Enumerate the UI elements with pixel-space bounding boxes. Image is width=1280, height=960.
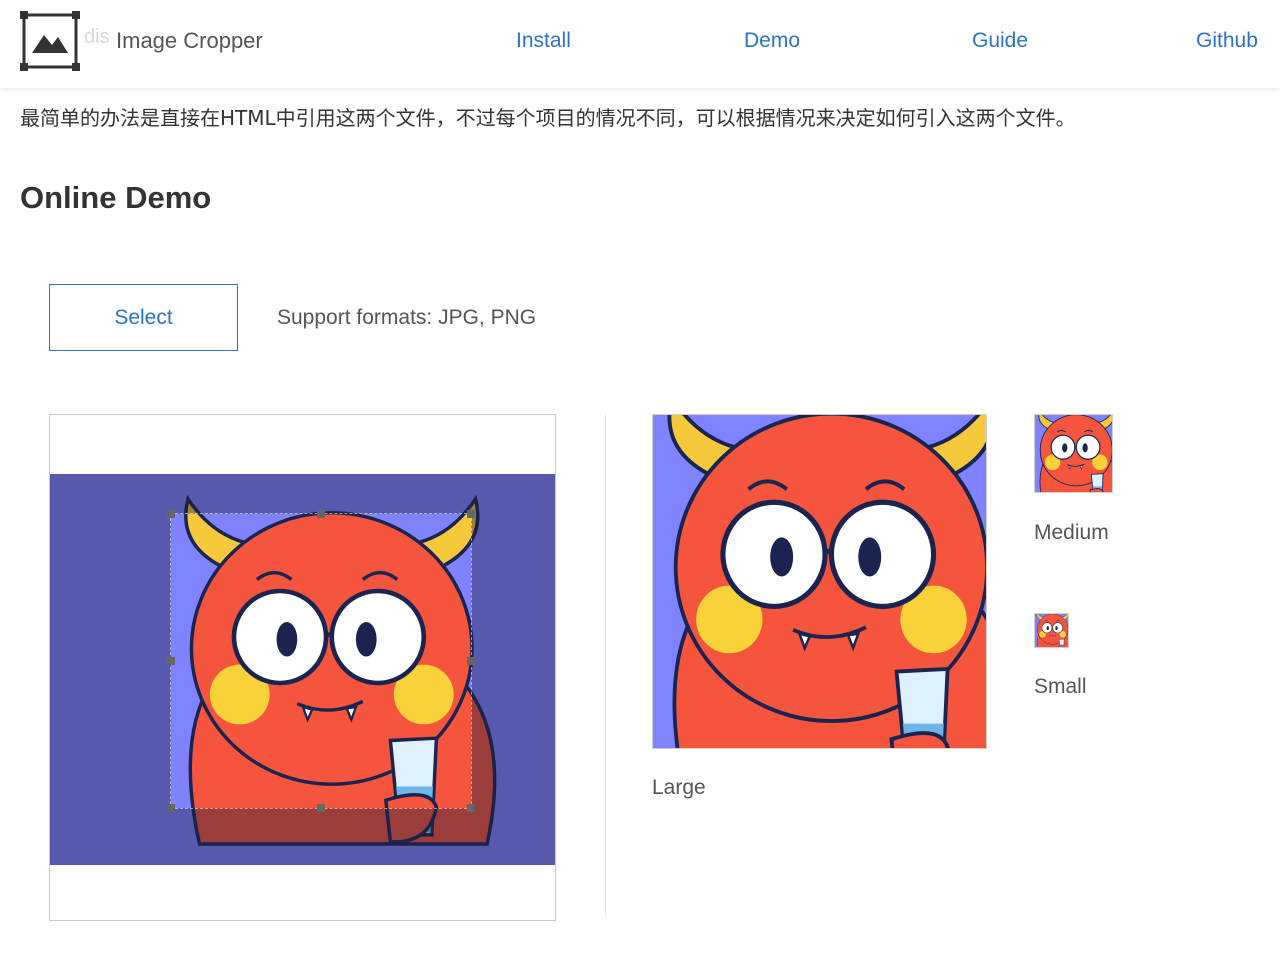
image-frame-icon[interactable] — [18, 9, 82, 73]
nav-link-guide[interactable]: Guide — [972, 29, 1028, 53]
crop-selection[interactable] — [170, 513, 472, 809]
select-file-button[interactable]: Select — [49, 284, 238, 351]
crop-handle-nw[interactable] — [167, 510, 175, 518]
brand-title: Image Cropper — [116, 28, 263, 53]
ghost-text: dis — [84, 26, 110, 48]
crop-handle-se[interactable] — [467, 804, 475, 812]
preview-small-image — [1035, 614, 1068, 647]
crop-canvas[interactable] — [50, 474, 555, 865]
preview-medium — [1034, 414, 1113, 493]
vertical-divider — [605, 414, 606, 918]
crop-handle-s[interactable] — [317, 804, 325, 812]
preview-medium-image — [1035, 415, 1112, 492]
section-title: Online Demo — [20, 180, 212, 215]
nav-link-demo[interactable]: Demo — [744, 29, 800, 53]
preview-large — [652, 414, 987, 749]
crop-handle-ne[interactable] — [467, 510, 475, 518]
nav-link-github[interactable]: Github — [1196, 29, 1258, 53]
preview-small-label: Small — [1034, 675, 1087, 698]
top-nav-bar: dis Image Cropper Install Demo Guide Git… — [0, 0, 1280, 88]
preview-large-label: Large — [652, 776, 706, 799]
crop-handle-w[interactable] — [167, 657, 175, 665]
crop-selection-image — [171, 514, 471, 808]
crop-handle-n[interactable] — [317, 510, 325, 518]
intro-paragraph: 最简单的办法是直接在HTML中引用这两个文件，不过每个项目的情况不同，可以根据情… — [20, 106, 1076, 130]
crop-handle-e[interactable] — [467, 657, 475, 665]
nav-link-install[interactable]: Install — [516, 29, 571, 53]
preview-medium-label: Medium — [1034, 521, 1109, 544]
preview-small — [1034, 613, 1069, 648]
crop-container — [49, 414, 556, 921]
crop-handle-sw[interactable] — [167, 804, 175, 812]
supported-formats-text: Support formats: JPG, PNG — [277, 306, 537, 329]
preview-large-image — [653, 415, 986, 748]
